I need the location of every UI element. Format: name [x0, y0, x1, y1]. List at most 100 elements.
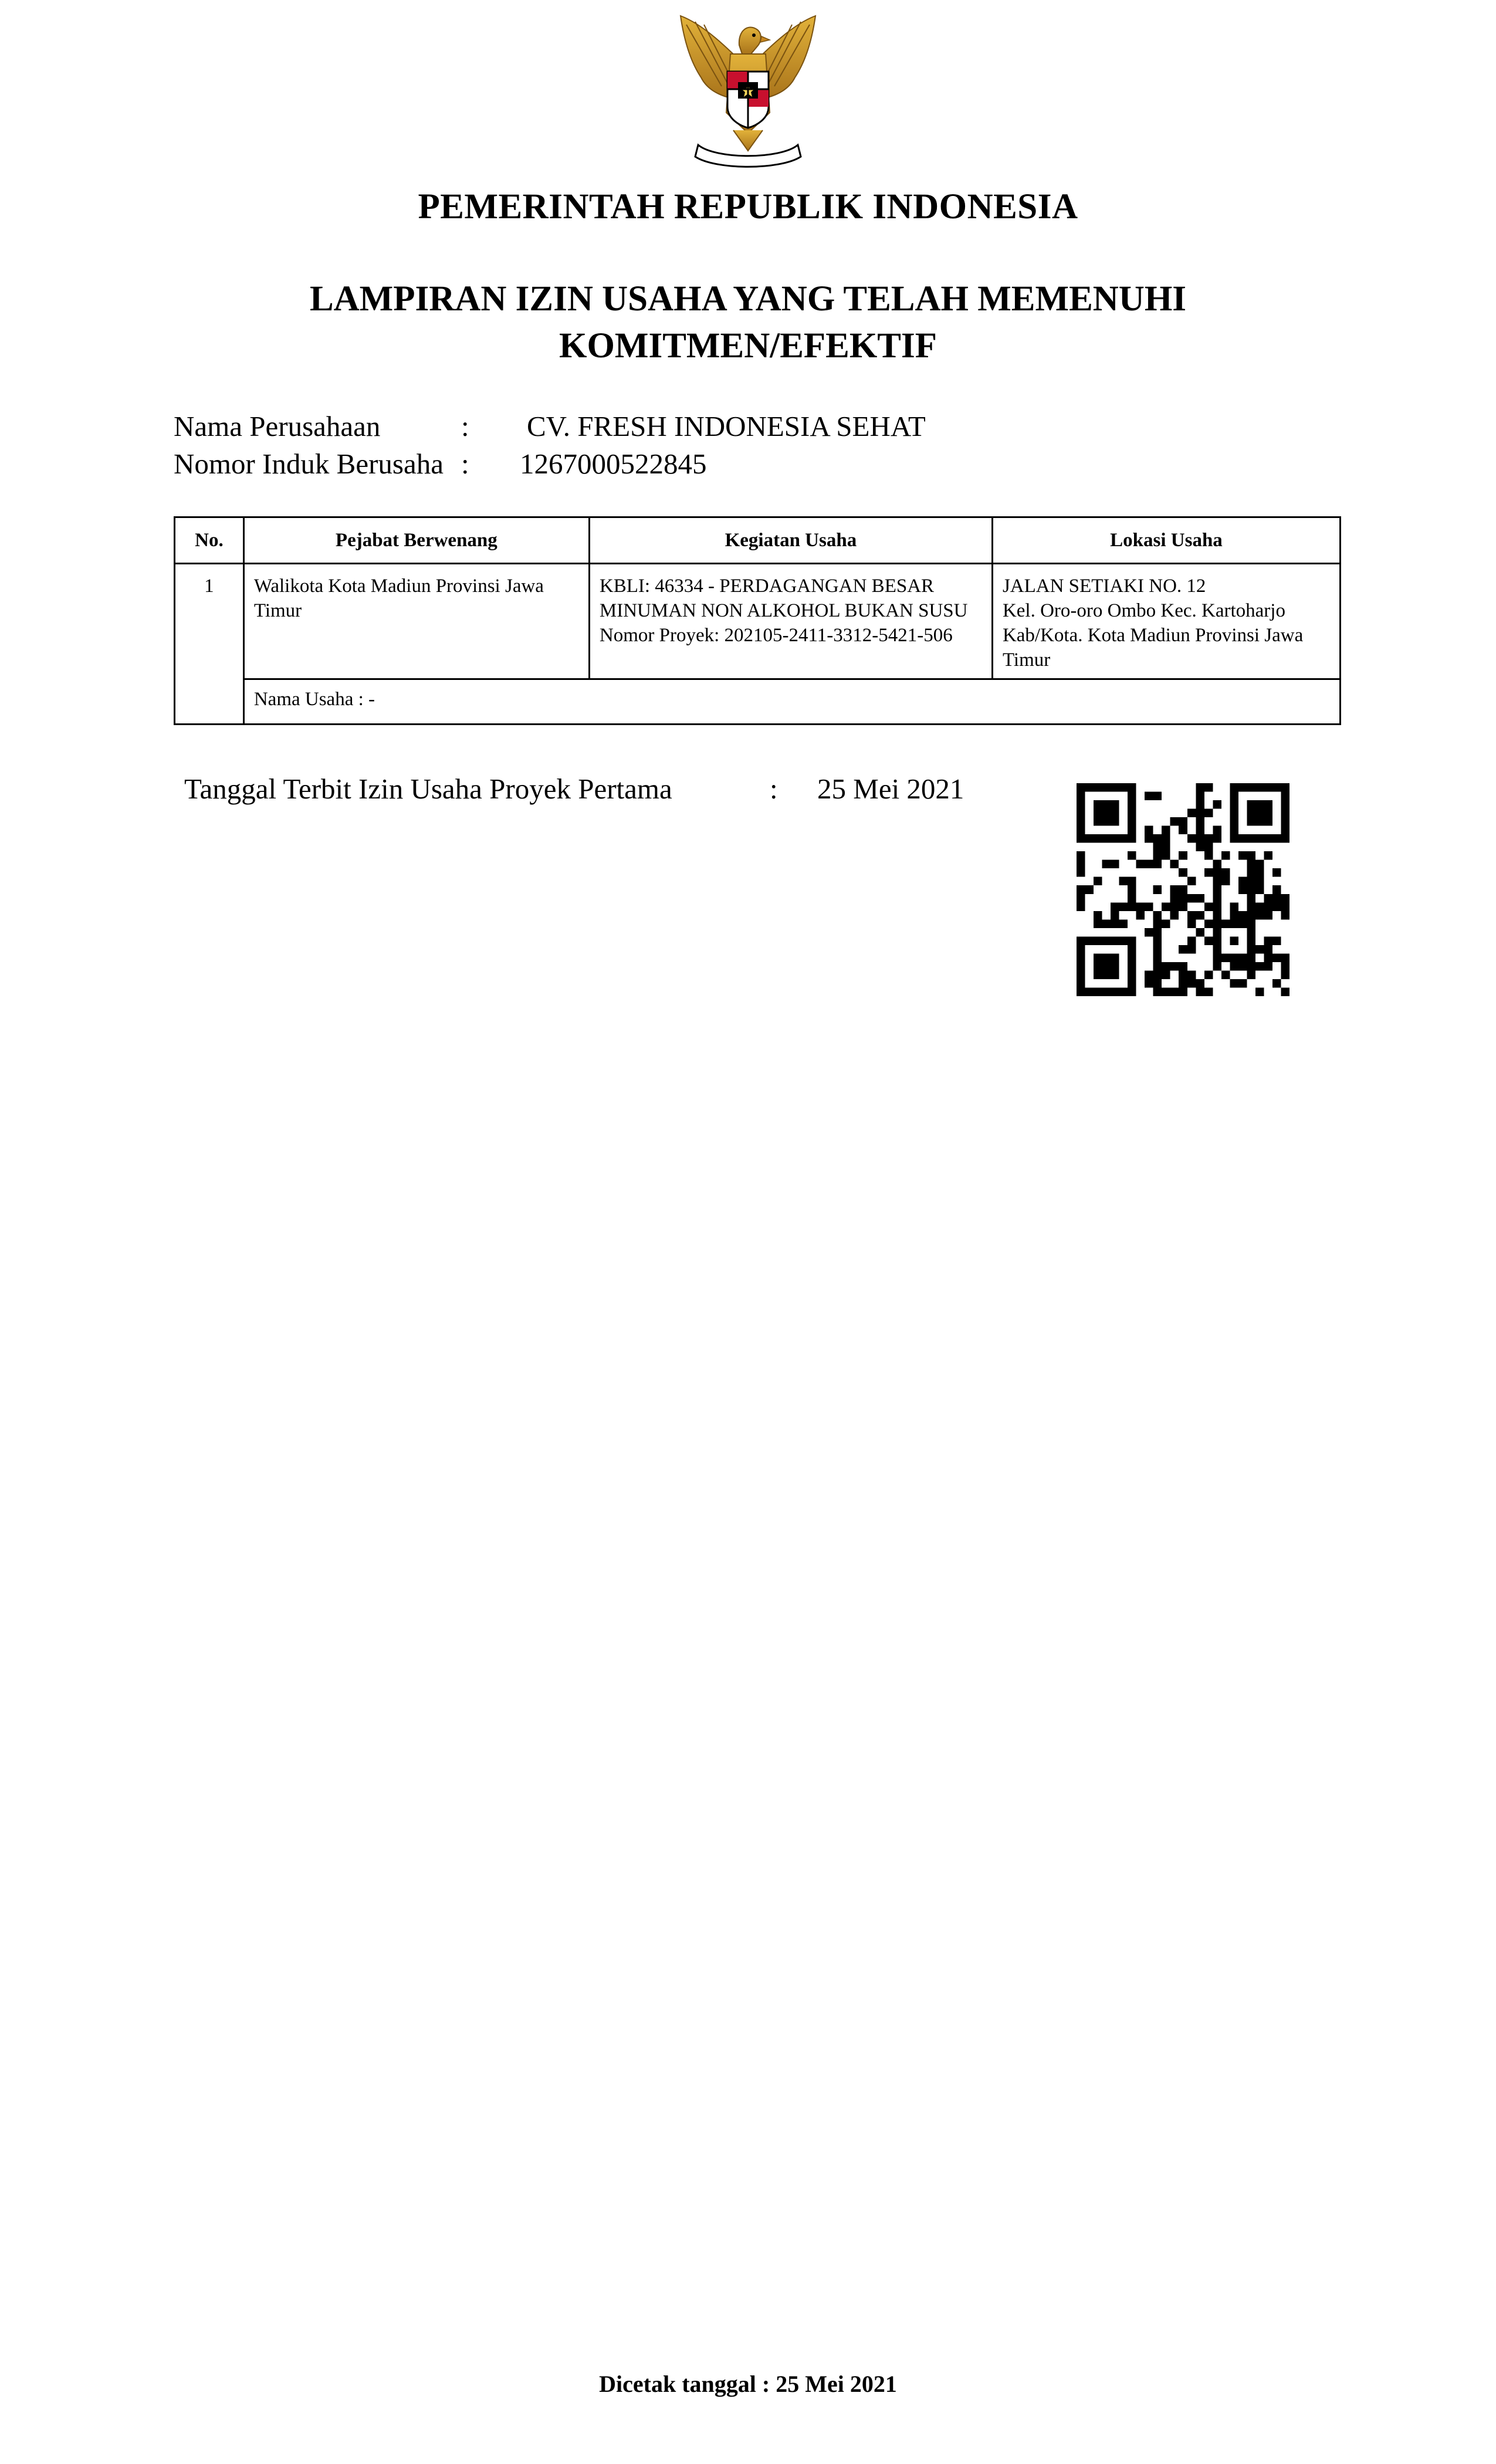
qr-module — [1128, 876, 1136, 886]
qr-module — [1162, 919, 1170, 928]
qr-module — [1255, 868, 1264, 877]
row-lokasi: JALAN SETIAKI NO. 12 Kel. Oro-oro Ombo K… — [991, 563, 1342, 680]
qr-module — [1196, 987, 1204, 996]
qr-module — [1170, 859, 1179, 869]
qr-module — [1128, 953, 1136, 962]
qr-module — [1119, 834, 1128, 843]
qr-module — [1247, 945, 1255, 954]
qr-module — [1230, 962, 1238, 971]
qr-module — [1221, 876, 1230, 886]
qr-module — [1255, 945, 1264, 954]
qr-module — [1255, 962, 1264, 971]
qr-module — [1264, 851, 1272, 860]
qr-module — [1102, 808, 1111, 818]
qr-module — [1128, 987, 1136, 996]
qr-module — [1111, 987, 1119, 996]
qr-module — [1179, 885, 1187, 894]
nib-label: Nomor Induk Berusaha — [174, 448, 444, 480]
qr-module — [1247, 893, 1255, 903]
row-kbli: KBLI: 46334 - PERDAGANGAN BESAR MINUMAN … — [599, 576, 968, 621]
qr-module — [1196, 791, 1204, 801]
qr-module — [1255, 783, 1264, 792]
qr-module — [1119, 936, 1128, 945]
qr-module — [1162, 970, 1170, 979]
qr-module — [1128, 817, 1136, 826]
qr-module — [1230, 919, 1238, 928]
qr-module — [1102, 936, 1111, 945]
qr-module — [1094, 876, 1102, 886]
qr-module — [1102, 859, 1111, 869]
qr-module — [1204, 808, 1213, 818]
qr-module — [1128, 783, 1136, 792]
qr-module — [1187, 876, 1196, 886]
qr-module — [1094, 970, 1102, 979]
qr-module — [1094, 987, 1102, 996]
qr-module — [1255, 885, 1264, 894]
qr-module — [1230, 902, 1238, 911]
qr-module — [1281, 902, 1289, 911]
qr-module — [1196, 800, 1204, 809]
qr-module — [1128, 800, 1136, 809]
qr-module — [1162, 962, 1170, 971]
qr-module — [1077, 962, 1085, 971]
qr-module — [1162, 851, 1170, 860]
qr-module — [1281, 962, 1289, 971]
qr-module — [1247, 962, 1255, 971]
qr-module — [1196, 783, 1204, 792]
header-lokasi: Lokasi Usaha — [991, 516, 1342, 564]
qr-module — [1153, 979, 1162, 988]
qr-module — [1255, 859, 1264, 869]
qr-module — [1247, 902, 1255, 911]
company-name-label: Nama Perusahaan — [174, 410, 381, 442]
qr-module — [1128, 851, 1136, 860]
qr-module — [1153, 987, 1162, 996]
qr-module — [1247, 876, 1255, 886]
qr-code-icon — [1077, 783, 1289, 996]
row-nama-usaha: Nama Usaha : - — [242, 678, 1342, 725]
qr-module — [1153, 919, 1162, 928]
qr-module — [1111, 859, 1119, 869]
qr-module — [1213, 800, 1221, 809]
qr-module — [1264, 834, 1272, 843]
qr-module — [1230, 800, 1238, 809]
qr-module — [1077, 936, 1085, 945]
qr-module — [1162, 834, 1170, 843]
qr-module — [1111, 970, 1119, 979]
qr-module — [1187, 808, 1196, 818]
document-title-line2: KOMITMEN/EFEKTIF — [559, 326, 937, 365]
qr-module — [1264, 893, 1272, 903]
qr-module — [1213, 859, 1221, 869]
qr-module — [1094, 962, 1102, 971]
qr-module — [1204, 834, 1213, 843]
qr-module — [1221, 868, 1230, 877]
issue-date-colon: : — [770, 773, 778, 805]
qr-module — [1196, 817, 1204, 826]
qr-module — [1119, 987, 1128, 996]
qr-module — [1238, 911, 1247, 920]
qr-module — [1213, 953, 1221, 962]
qr-module — [1281, 953, 1289, 962]
qr-module — [1281, 783, 1289, 792]
qr-module — [1145, 859, 1153, 869]
qr-module — [1111, 800, 1119, 809]
qr-module — [1085, 783, 1094, 792]
qr-module — [1247, 953, 1255, 962]
qr-module — [1119, 902, 1128, 911]
qr-module — [1230, 834, 1238, 843]
qr-module — [1255, 911, 1264, 920]
qr-module — [1272, 979, 1281, 988]
qr-module — [1102, 970, 1111, 979]
qr-module — [1111, 953, 1119, 962]
qr-module — [1111, 783, 1119, 792]
qr-module — [1230, 808, 1238, 818]
qr-module — [1128, 834, 1136, 843]
document-title: LAMPIRAN IZIN USAHA YANG TELAH MEMENUHI … — [0, 276, 1496, 370]
qr-module — [1272, 953, 1281, 962]
qr-module — [1077, 893, 1085, 903]
qr-module — [1136, 859, 1145, 869]
row-kegiatan: KBLI: 46334 - PERDAGANGAN BESAR MINUMAN … — [588, 563, 993, 680]
qr-module — [1255, 800, 1264, 809]
qr-module — [1255, 902, 1264, 911]
qr-module — [1255, 817, 1264, 826]
qr-module — [1255, 808, 1264, 818]
